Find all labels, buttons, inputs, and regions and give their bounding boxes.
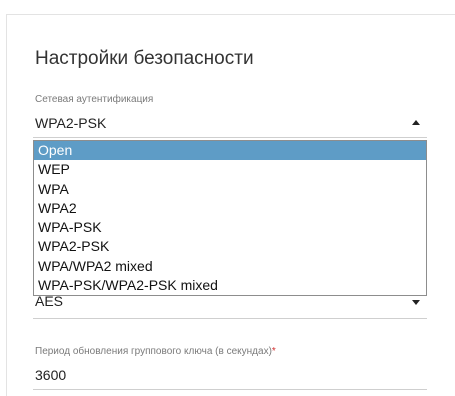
group-key-label-text: Период обновления группового ключа (в се…	[35, 346, 272, 357]
auth-option-wpa-wpa2-mixed[interactable]: WPA/WPA2 mixed	[34, 257, 426, 276]
auth-option-wpa2-psk[interactable]: WPA2-PSK	[34, 237, 426, 256]
auth-select[interactable]: WPA2-PSK	[33, 108, 427, 138]
auth-option-wpa2[interactable]: WPA2	[34, 199, 426, 218]
caret-up-icon	[412, 120, 420, 125]
group-key-label: Период обновления группового ключа (в се…	[35, 346, 276, 357]
auth-option-wpa-psk-wpa2-psk-mixed[interactable]: WPA-PSK/WPA2-PSK mixed	[34, 276, 426, 295]
auth-option-wpa[interactable]: WPA	[34, 180, 426, 199]
chevron-down-icon	[412, 300, 420, 305]
auth-label: Сетевая аутентификация	[35, 94, 154, 105]
group-key-interval-input[interactable]: 3600	[33, 362, 427, 390]
auth-option-wpa-psk[interactable]: WPA-PSK	[34, 218, 426, 237]
section-title: Настройки безопасности	[35, 48, 254, 69]
auth-select-value: WPA2-PSK	[35, 115, 107, 131]
auth-dropdown-list: Open WEP WPA WPA2 WPA-PSK WPA2-PSK WPA/W…	[33, 140, 427, 296]
auth-option-wep[interactable]: WEP	[34, 160, 426, 179]
required-mark: *	[271, 346, 276, 357]
auth-option-open[interactable]: Open	[34, 141, 426, 161]
